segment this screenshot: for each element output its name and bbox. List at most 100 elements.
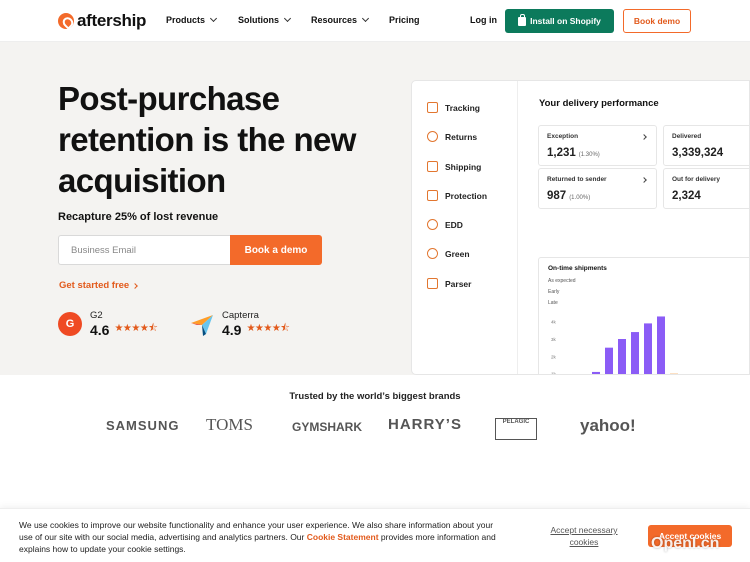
cookie-text: We use cookies to improve our website fu…: [19, 519, 509, 555]
nav-products[interactable]: Products: [166, 14, 218, 25]
hero-section: Post-purchase retention is the new acqui…: [0, 42, 750, 375]
rating-score: 4.6: [90, 321, 110, 338]
install-shopify-label: Install on Shopify: [530, 16, 601, 26]
hero-title: Post-purchase retention is the new acqui…: [58, 80, 356, 199]
parser-icon: [427, 278, 438, 289]
sidebar-item-label: Tracking: [445, 102, 480, 113]
chevron-right-icon: [641, 177, 647, 183]
exception-pct: (1.30%): [578, 152, 600, 158]
card-label: Out for delivery: [672, 176, 721, 183]
exception-card: Exception 1,231 (1.30%): [538, 125, 657, 166]
leaf-icon: [427, 248, 438, 259]
chevron-down-icon: [283, 14, 292, 23]
chevron-right-icon: [132, 282, 139, 289]
top-nav: aftership Products Solutions Resources P…: [0, 0, 750, 42]
chart-bar: [657, 316, 665, 374]
out-for-delivery-card: Out for delivery 2,324: [663, 168, 749, 209]
on-time-bar-chart: 01k2k3k4k≤-7 -6 -5 -4 -3 -2 -1 0 +1 +2 +3 +4 +5 ≥+6: [551, 316, 678, 375]
chart-bar: [618, 339, 626, 374]
card-value: 2,324: [672, 190, 701, 202]
card-label: Delivered: [672, 133, 702, 140]
sidebar-item-green: Green: [427, 248, 470, 259]
nav-resources[interactable]: Resources: [311, 14, 370, 25]
dashboard-title: Your delivery performance: [539, 98, 659, 109]
card-label: Exception: [547, 133, 579, 140]
sidebar-item-label: Protection: [445, 190, 488, 201]
rating-stars: ★★★★⯪: [246, 323, 290, 334]
y-tick-label: 1k: [551, 372, 557, 375]
returned-count: 987: [547, 190, 567, 202]
chevron-down-icon: [361, 14, 370, 23]
dashboard-sidebar: Tracking Returns Shipping Protection EDD…: [412, 81, 518, 374]
book-demo-button[interactable]: Book demo: [623, 9, 691, 33]
y-tick-label: 4k: [551, 320, 557, 325]
book-a-demo-button[interactable]: Book a demo: [230, 235, 322, 265]
toms-logo: TOMS: [206, 415, 253, 434]
business-email-input[interactable]: Business Email: [58, 235, 230, 265]
sidebar-item-label: Returns: [445, 131, 478, 142]
logo-text: aftership: [77, 11, 147, 30]
sidebar-item-tracking: Tracking: [427, 102, 480, 113]
gymshark-logo: GYMSHARK: [292, 420, 363, 434]
cookie-banner: We use cookies to improve our website fu…: [0, 508, 750, 562]
rating-source: Capterra: [222, 310, 259, 321]
delivered-card: Delivered 3,339,324: [663, 125, 749, 166]
sidebar-item-label: Shipping: [445, 161, 482, 172]
nav-resources-label: Resources: [311, 15, 358, 25]
printer-icon: [427, 161, 438, 172]
nav-products-label: Products: [166, 15, 206, 25]
sidebar-item-label: Green: [445, 248, 470, 259]
chart-bar: [592, 371, 600, 374]
card-label: Returned to sender: [547, 176, 607, 183]
get-started-label: Get started free: [59, 280, 130, 291]
y-tick-label: 3k: [551, 337, 557, 342]
on-time-chart-card: On-time shipments As expected Early Late…: [538, 257, 749, 375]
sidebar-item-shipping: Shipping: [427, 161, 481, 172]
y-tick-label: 2k: [551, 354, 557, 359]
sidebar-item-label: EDD: [445, 219, 463, 230]
harrys-logo: HARRY’S: [388, 416, 462, 433]
shield-icon: [427, 190, 438, 201]
accept-necessary-cookies-button[interactable]: Accept necessary cookies: [540, 524, 628, 548]
rating-stars: ★★★★⯪: [114, 323, 158, 334]
pelagic-logo: PELAGIC: [495, 418, 537, 440]
hero-subtitle: Recapture 25% of lost revenue: [58, 211, 219, 223]
chart-bar: [644, 323, 652, 374]
g2-rating: G G2 4.6 ★★★★⯪: [58, 310, 158, 338]
rating-source: G2: [90, 310, 103, 321]
sidebar-item-returns: Returns: [427, 131, 477, 142]
returned-pct: (1.00%): [569, 195, 591, 201]
install-shopify-button[interactable]: Install on Shopify: [505, 9, 614, 33]
sidebar-item-label: Parser: [445, 278, 472, 289]
card-value: 1,231 (1.30%): [547, 147, 600, 159]
sidebar-item-parser: Parser: [427, 278, 471, 289]
box-icon: [427, 102, 438, 113]
g2-logo-icon: G: [58, 312, 82, 336]
dashboard-preview: Tracking Returns Shipping Protection EDD…: [411, 80, 750, 375]
logo-icon: [58, 13, 74, 29]
clock-icon: [427, 219, 438, 230]
card-value: 3,339,324: [672, 147, 724, 159]
login-link[interactable]: Log in: [470, 15, 497, 25]
sidebar-item-edd: EDD: [427, 219, 463, 230]
chart-bar: [670, 373, 678, 374]
nav-pricing-label: Pricing: [389, 15, 420, 25]
nav-solutions-label: Solutions: [238, 15, 279, 25]
nav-solutions[interactable]: Solutions: [238, 14, 292, 25]
card-value: 987 (1.00%): [547, 190, 590, 202]
capterra-rating: Capterra 4.9 ★★★★⯪: [190, 310, 290, 338]
watermark: OpenI.cn: [651, 535, 720, 552]
cookie-statement-link[interactable]: Cookie Statement: [307, 532, 379, 542]
chart-bar: [631, 332, 639, 374]
get-started-link[interactable]: Get started free: [59, 280, 139, 291]
return-icon: [427, 131, 438, 142]
pelagic-label: PELAGIC: [502, 419, 530, 425]
aftership-logo[interactable]: aftership: [58, 11, 146, 31]
capterra-logo-icon: [190, 312, 214, 336]
samsung-logo: SAMSUNG: [106, 418, 180, 433]
chevron-right-icon: [641, 134, 647, 140]
nav-pricing[interactable]: Pricing: [389, 15, 420, 25]
exception-count: 1,231: [547, 147, 576, 159]
chevron-down-icon: [209, 14, 218, 23]
rating-score: 4.9: [222, 321, 242, 338]
